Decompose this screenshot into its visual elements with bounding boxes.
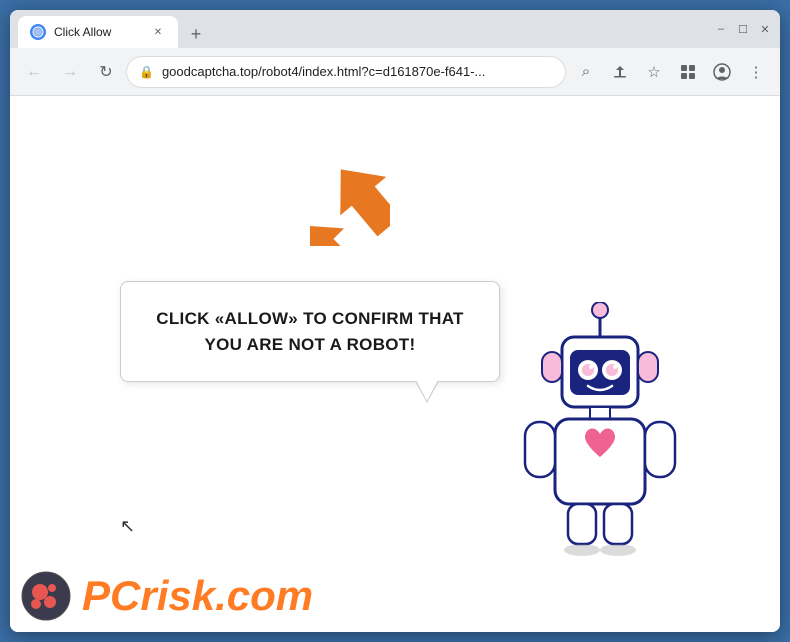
lock-icon: 🔒 [139,65,154,79]
share-icon [612,64,628,80]
speech-bubble: CLICK «ALLOW» TO CONFIRM THAT YOU ARE NO… [120,281,500,382]
active-tab[interactable]: Click Allow ✕ [18,16,178,48]
pcrisk-text: PCrisk.com [82,575,313,617]
tab-close-button[interactable]: ✕ [150,24,166,40]
browser-window: Click Allow ✕ + – ☐ ✕ ← → ↻ 🔒 goodcaptch… [10,10,780,632]
menu-icon-btn[interactable]: ⋮ [740,56,772,88]
maximize-button[interactable]: ☐ [736,22,750,36]
profile-icon-btn[interactable] [706,56,738,88]
address-bar[interactable]: 🔒 goodcaptcha.top/robot4/index.html?c=d1… [126,56,566,88]
close-button[interactable]: ✕ [758,22,772,36]
back-icon: ← [26,63,42,81]
new-tab-button[interactable]: + [182,20,210,48]
tab-title: Click Allow [54,25,142,39]
tab-strip: Click Allow ✕ + [18,10,706,48]
pcrisk-logo-icon [20,570,72,622]
forward-icon: → [62,63,78,81]
extension-icon [680,64,696,80]
toolbar: ← → ↻ 🔒 goodcaptcha.top/robot4/index.htm… [10,48,780,96]
extension-icon-btn[interactable] [672,56,704,88]
profile-icon [713,63,731,81]
search-icon-btn[interactable]: ⌕ [570,56,602,88]
cursor: ↖ [120,516,135,537]
toolbar-actions: ⌕ ☆ [570,56,772,88]
pcrisk-brand: PC [82,572,140,619]
bookmark-icon-btn[interactable]: ☆ [638,56,670,88]
tab-favicon [30,24,46,40]
refresh-button[interactable]: ↻ [90,56,122,88]
arrow-svg [310,156,390,246]
back-button[interactable]: ← [18,56,50,88]
page-content: CLICK «ALLOW» TO CONFIRM THAT YOU ARE NO… [10,96,780,632]
share-icon-btn[interactable] [604,56,636,88]
url-text: goodcaptcha.top/robot4/index.html?c=d161… [162,64,553,79]
arrow-indicator [310,156,390,251]
forward-button[interactable]: → [54,56,86,88]
robot-container [500,302,700,552]
pcrisk-suffix: risk.com [140,572,313,619]
window-controls: – ☐ ✕ [714,22,772,36]
title-bar: Click Allow ✕ + – ☐ ✕ [10,10,780,48]
watermark: PCrisk.com [20,570,313,622]
favicon-icon [32,26,44,38]
robot-svg [500,302,700,562]
refresh-icon: ↻ [99,62,112,82]
bubble-text: CLICK «ALLOW» TO CONFIRM THAT YOU ARE NO… [153,306,467,357]
minimize-button[interactable]: – [714,22,728,36]
